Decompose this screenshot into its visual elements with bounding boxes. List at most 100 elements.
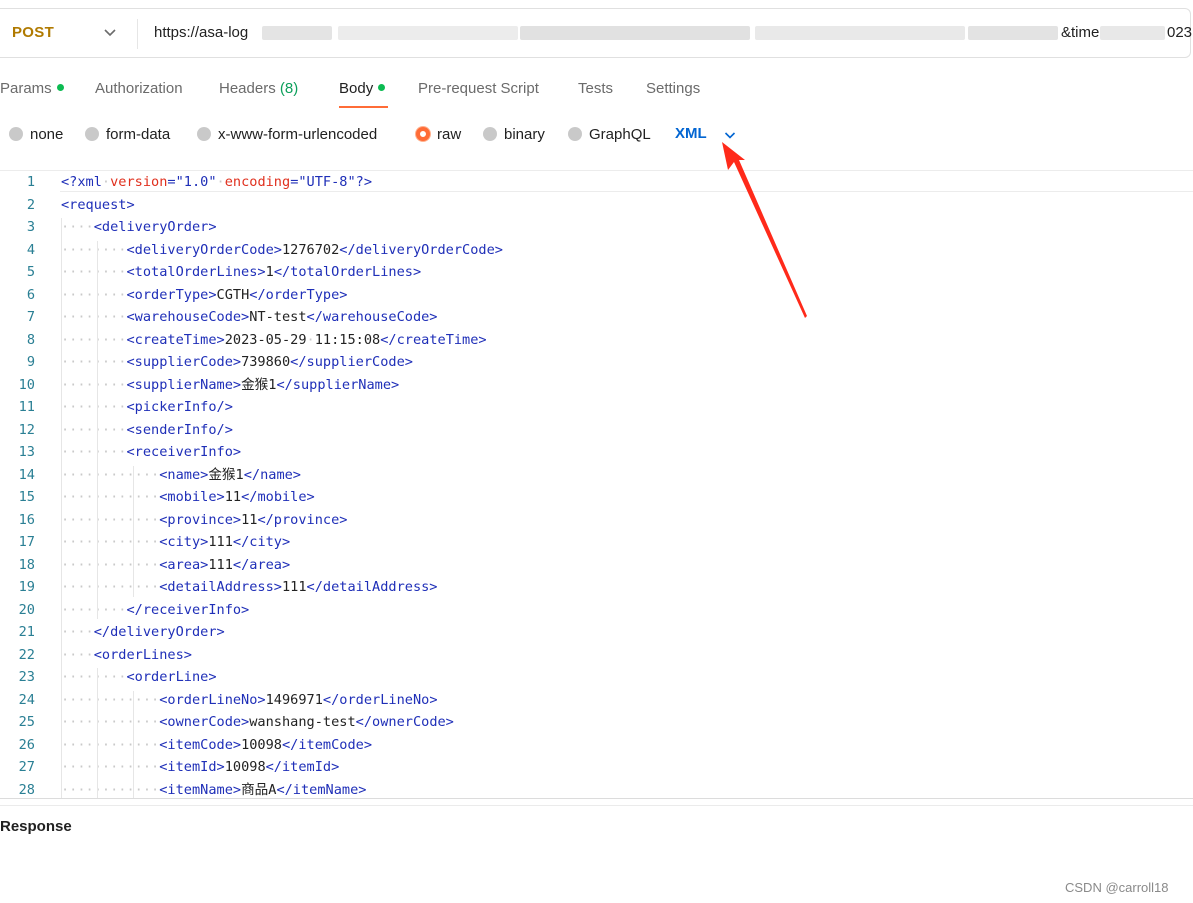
code-line: 21 ····</deliveryOrder> [0,621,1193,644]
chevron-down-icon[interactable] [101,23,119,41]
code-text: ········<warehouseCode>NT-test</warehous… [61,309,438,325]
code-text: ········<supplierCode>739860</supplierCo… [61,354,413,370]
code-text: ············<itemCode>10098</itemCode> [61,736,373,753]
line-number: 19 [18,579,35,595]
url-input[interactable]: https://asa-log [154,24,248,41]
url-divider [137,19,138,49]
code-line: 20 ········</receiverInfo> [0,599,1193,622]
code-text: ········<orderLine> [61,669,217,685]
request-url-bar: POST https://asa-log &time 023 [0,8,1192,58]
code-line: 8 ········<createTime>2023-05-29·11:15:08… [0,329,1193,352]
line-number: 26 [18,736,35,753]
code-text: <request> [61,196,135,213]
code-line: 26 ············<itemCode>10098</itemCode> [0,734,1193,757]
code-text: ····<deliveryOrder> [61,219,217,235]
radio-icon [197,127,211,141]
code-line: 19 ············<detailAddress>111</detail… [0,576,1193,599]
code-text: ············<ownerCode>wanshang-test</ow… [61,714,454,730]
tab-label: Tests [578,80,614,97]
line-number: 6 [26,286,35,303]
headers-count: (8) [279,80,299,97]
code-line: 23 ········<orderLine> [0,666,1193,689]
line-number: 12 [18,421,35,438]
tab-label: Headers [219,80,276,97]
code-text: ····<orderLines> [61,646,192,663]
code-line: 11 ········<pickerInfo/> [0,396,1193,419]
chevron-down-icon[interactable] [722,127,738,143]
code-line: 14 ············<name>金猴1</name> [0,464,1193,487]
code-text: ········<orderType>CGTH</orderType> [61,286,348,303]
body-type-binary[interactable]: binary [483,126,545,143]
language-select[interactable]: XML [675,125,707,142]
http-method-select[interactable]: POST [12,24,54,41]
tab-settings[interactable]: Settings [646,80,700,108]
watermark: CSDN @carroll18 [1065,880,1169,895]
body-indicator-dot [378,84,386,91]
line-number: 9 [26,354,35,370]
code-text: ········<pickerInfo/> [61,399,233,415]
body-type-graphql[interactable]: GraphQL [568,126,651,143]
url-query-part[interactable]: &time [1061,24,1099,41]
radio-label: raw [437,126,462,143]
tab-authorization[interactable]: Authorization [95,80,183,108]
body-type-form-data[interactable]: form-data [85,126,170,143]
radio-label: GraphQL [589,126,651,143]
code-line: 10 ········<supplierName>金猴1</supplierNam… [0,374,1193,397]
line-number: 23 [18,669,35,685]
indent-guide [97,668,98,799]
current-line-highlight [60,191,1193,192]
code-line: 27 ············<itemId>10098</itemId> [0,756,1193,779]
line-number: 20 [18,601,35,618]
radio-label: binary [504,126,545,143]
tab-label: Body [339,80,374,97]
tab-body[interactable]: Body [339,80,386,108]
line-number: 15 [18,489,35,505]
line-number: 5 [26,264,35,280]
radio-icon [568,127,582,141]
radio-label: form-data [106,126,171,143]
radio-selected-icon [416,127,430,141]
tab-tests[interactable]: Tests [578,80,613,108]
code-text: ············<mobile>11</mobile> [61,489,315,505]
body-type-urlencoded[interactable]: x-www-form-urlencoded [197,126,377,143]
body-type-raw[interactable]: raw [416,126,461,143]
code-line: 3 ····<deliveryOrder> [0,216,1193,239]
tab-pre-request-script[interactable]: Pre-request Script [418,80,539,108]
indent-guide [61,218,62,799]
tab-label: Settings [646,80,701,97]
code-text: ············<orderLineNo>1496971</orderL… [61,691,438,708]
code-line: 2 <request> [0,194,1193,217]
code-text: ············<province>11</province> [61,511,348,528]
tab-params[interactable]: Params [0,80,64,108]
code-line: 13 ········<receiverInfo> [0,441,1193,464]
code-line: 5 ········<totalOrderLines>1</totalOrderL… [0,261,1193,284]
code-text: ········</receiverInfo> [61,601,250,618]
indent-guide [133,465,134,597]
code-line: 28 ············<itemName>商品A</itemName> [0,779,1193,800]
editor-divider [0,798,1193,799]
code-line: 15 ············<mobile>11</mobile> [0,486,1193,509]
code-line: 17 ············<city>111</city> [0,531,1193,554]
url-query-end[interactable]: 023 [1167,24,1192,41]
tab-headers[interactable]: Headers (8) [219,80,298,108]
code-line: 7 ········<warehouseCode>NT-test</warehou… [0,306,1193,329]
code-text: ············<detailAddress>111</detailAd… [61,579,438,595]
code-text: ········<totalOrderLines>1</totalOrderLi… [61,264,422,280]
tab-label: Pre-request Script [418,80,539,97]
body-type-none[interactable]: none [9,126,63,143]
code-line: 24 ············<orderLineNo>1496971</orde… [0,689,1193,712]
radio-label: none [30,126,64,143]
code-text: <?xml·version="1.0"·encoding="UTF-8"?> [61,174,373,190]
code-editor[interactable]: 1 <?xml·version="1.0"·encoding="UTF-8"?> 2… [0,170,1193,799]
code-line: 9 ········<supplierCode>739860</supplierC… [0,351,1193,374]
response-section-title: Response [0,818,72,835]
code-text: ············<city>111</city> [61,534,291,550]
line-number: 3 [26,219,35,235]
line-number: 10 [18,376,35,393]
indent-guide [97,240,98,619]
code-line: 22 ····<orderLines> [0,644,1193,667]
line-number: 18 [18,556,35,573]
response-divider[interactable] [0,805,1193,806]
radio-icon [85,127,99,141]
code-text: ········<createTime>2023-05-29·11:15:08<… [61,331,487,348]
